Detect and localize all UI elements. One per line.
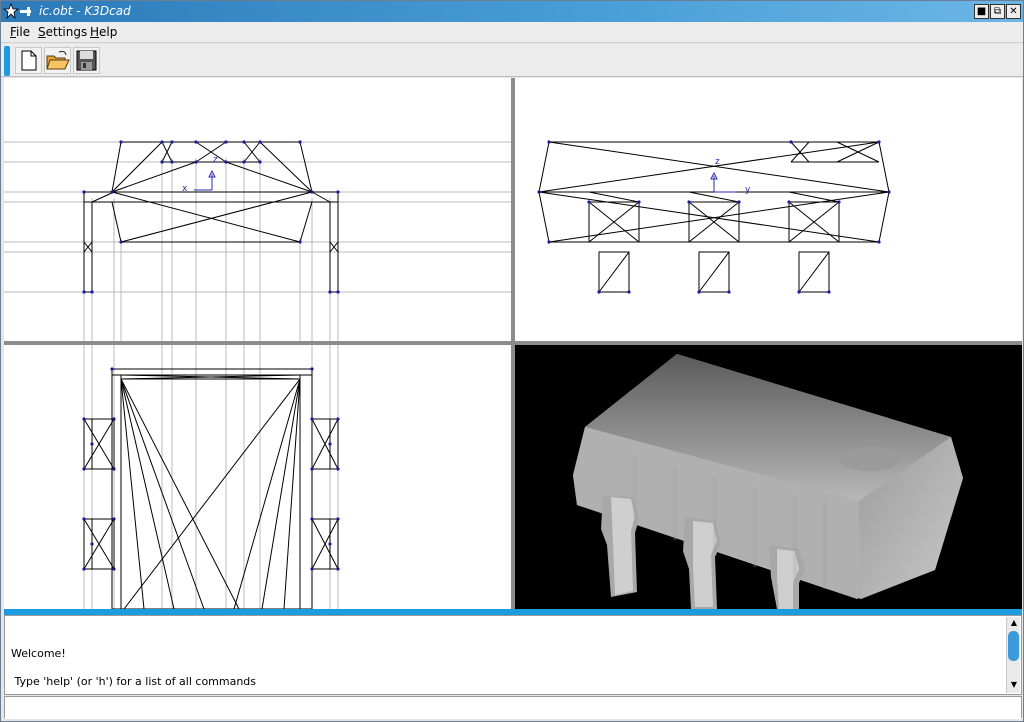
close-icon: ✕ xyxy=(1009,6,1018,17)
menu-settings[interactable]: Settings xyxy=(38,25,87,39)
toolbar-handle[interactable] xyxy=(4,46,10,76)
top-viewport[interactable]: x y xyxy=(4,345,511,609)
maximize-icon: ⧉ xyxy=(993,6,1002,17)
front-axis-z: z xyxy=(213,155,218,165)
menu-help[interactable]: Help xyxy=(90,25,117,39)
close-button[interactable]: ✕ xyxy=(1006,4,1021,19)
side-axis-y: y xyxy=(745,185,751,195)
toolbar xyxy=(1,44,1023,77)
console-scrollbar[interactable]: ▲ ▼ xyxy=(1006,617,1020,693)
menu-file[interactable]: File xyxy=(10,25,30,39)
scroll-thumb[interactable] xyxy=(1008,631,1019,661)
menu-help-rest: elp xyxy=(99,25,118,39)
viewport-area: z x z y xyxy=(4,78,1022,609)
title-bar[interactable]: ic.obt - K3Dcad ■ ⧉ ✕ xyxy=(1,1,1023,22)
front-viewport[interactable]: z x xyxy=(4,78,511,341)
rendered-3d-model xyxy=(573,354,963,609)
save-button[interactable] xyxy=(73,47,100,74)
menu-file-rest: ile xyxy=(16,25,31,39)
command-input-field[interactable] xyxy=(4,696,1022,719)
side-axis-z: z xyxy=(715,157,720,167)
app-icon[interactable] xyxy=(3,3,33,20)
minimize-icon: ■ xyxy=(976,6,987,17)
maximize-button[interactable]: ⧉ xyxy=(990,4,1005,19)
menu-settings-rest: ettings xyxy=(45,25,88,39)
scroll-down-icon[interactable]: ▼ xyxy=(1008,679,1020,691)
console-output[interactable]: Welcome! Type 'help' (or 'h') for a list… xyxy=(4,615,1022,695)
front-wireframe: z x xyxy=(4,140,511,341)
menu-help-mnemonic: H xyxy=(90,25,100,39)
new-button[interactable] xyxy=(15,47,42,74)
console-line: Welcome! xyxy=(11,647,66,660)
side-viewport[interactable]: z y xyxy=(515,78,1022,341)
front-axis-x: x xyxy=(182,184,188,194)
application-window: ic.obt - K3Dcad ■ ⧉ ✕ File Settings Help xyxy=(0,0,1024,722)
minimize-button[interactable]: ■ xyxy=(974,4,989,19)
top-wireframe: x y xyxy=(82,345,340,609)
menu-settings-mnemonic: S xyxy=(38,25,46,39)
new-document-icon xyxy=(21,50,37,71)
window-title: ic.obt - K3Dcad xyxy=(39,4,131,18)
side-wireframe: z y xyxy=(537,140,891,294)
console-line: Type 'help' (or 'h') for a list of all c… xyxy=(11,675,257,688)
menu-bar: File Settings Help xyxy=(1,22,1023,43)
scroll-up-icon[interactable]: ▲ xyxy=(1008,617,1020,629)
perspective-viewport[interactable] xyxy=(515,345,1022,609)
open-button[interactable] xyxy=(44,47,71,74)
open-folder-icon xyxy=(46,50,70,70)
save-disk-icon xyxy=(76,50,97,71)
command-input[interactable] xyxy=(5,698,1021,719)
